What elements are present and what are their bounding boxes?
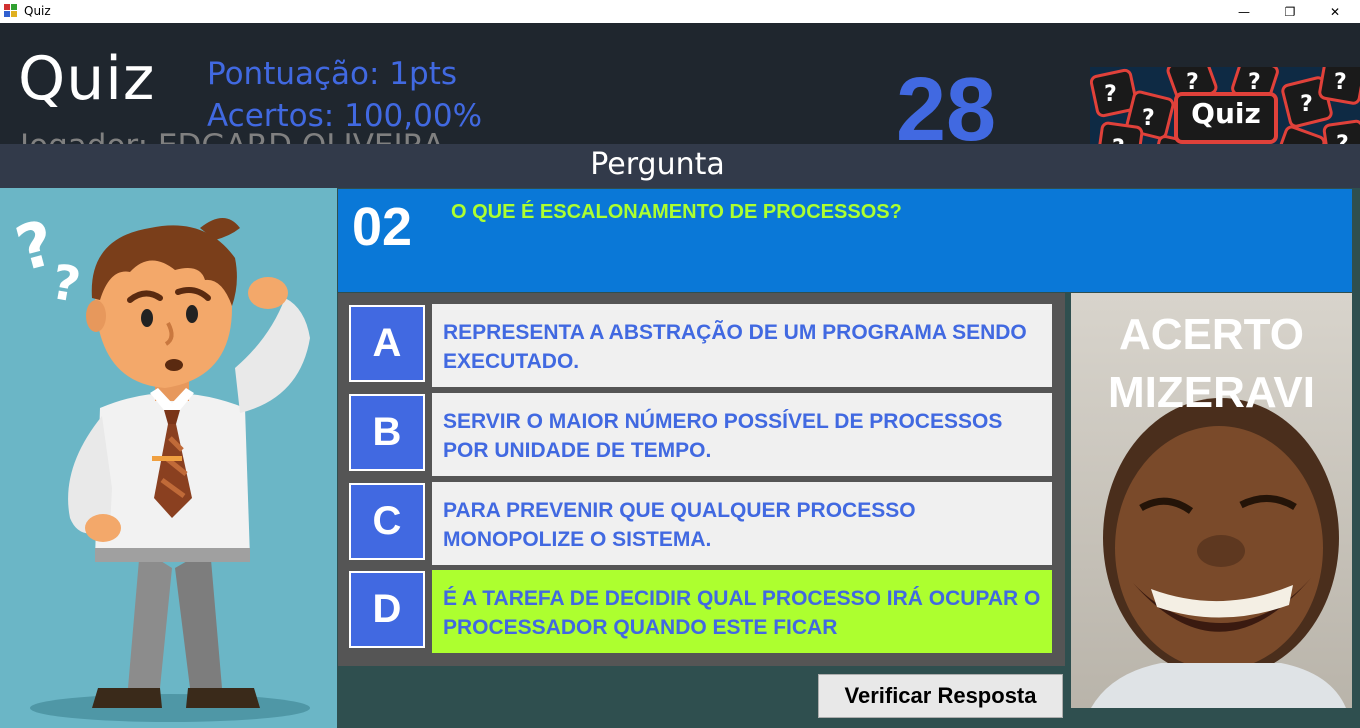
svg-text:?: ? xyxy=(1300,92,1313,117)
svg-text:?: ? xyxy=(1104,82,1117,107)
verify-answer-button[interactable]: Verificar Resposta xyxy=(818,674,1063,718)
svg-text:?: ? xyxy=(1186,70,1199,95)
logo-text: Quiz xyxy=(1191,97,1261,130)
answer-a-letter[interactable]: A xyxy=(349,305,425,382)
question-text: O QUE É ESCALONAMENTO DE PROCESSOS? xyxy=(451,201,902,223)
close-icon[interactable]: ✕ xyxy=(1312,0,1358,23)
app-icon xyxy=(4,4,17,17)
answer-c-option[interactable]: PARA PREVENIR QUE QUALQUER PROCESSO MONO… xyxy=(432,482,1052,565)
thinking-man-illustration: ? ? xyxy=(0,188,337,728)
question-section-label: Pergunta xyxy=(590,147,725,182)
meme-image: ACERTO MIZERAVI xyxy=(1071,293,1352,708)
maximize-icon[interactable]: ❐ xyxy=(1267,0,1313,23)
answer-a-option[interactable]: REPRESENTA A ABSTRAÇÃO DE UM PROGRAMA SE… xyxy=(432,304,1052,387)
answer-b-letter[interactable]: B xyxy=(349,394,425,471)
minimize-icon[interactable]: — xyxy=(1221,0,1267,23)
header: Quiz Pontuação: 1pts Acertos: 100,00% Jo… xyxy=(0,23,1360,166)
score-label: Pontuação: 1pts xyxy=(207,56,458,92)
app-title: Quiz xyxy=(18,44,156,114)
meme-caption-line1: ACERTO xyxy=(1119,310,1304,359)
answer-d-option[interactable]: É A TAREFA DE DECIDIR QUAL PROCESSO IRÁ … xyxy=(432,570,1052,653)
window-titlebar: Quiz — ❐ ✕ xyxy=(0,0,1360,23)
answer-c-letter[interactable]: C xyxy=(349,483,425,560)
svg-text:?: ? xyxy=(1142,106,1155,131)
answer-d-letter[interactable]: D xyxy=(349,571,425,648)
svg-text:?: ? xyxy=(1248,70,1261,95)
answer-b-option[interactable]: SERVIR O MAIOR NÚMERO POSSÍVEL DE PROCES… xyxy=(432,393,1052,476)
svg-text:?: ? xyxy=(1334,70,1347,95)
question-number: 02 xyxy=(352,197,413,257)
timer-countdown: 28 xyxy=(896,60,997,160)
window-title: Quiz xyxy=(24,4,51,18)
meme-caption-line2: MIZERAVI xyxy=(1108,368,1315,417)
confused-man-icon: ? ? xyxy=(0,188,337,728)
